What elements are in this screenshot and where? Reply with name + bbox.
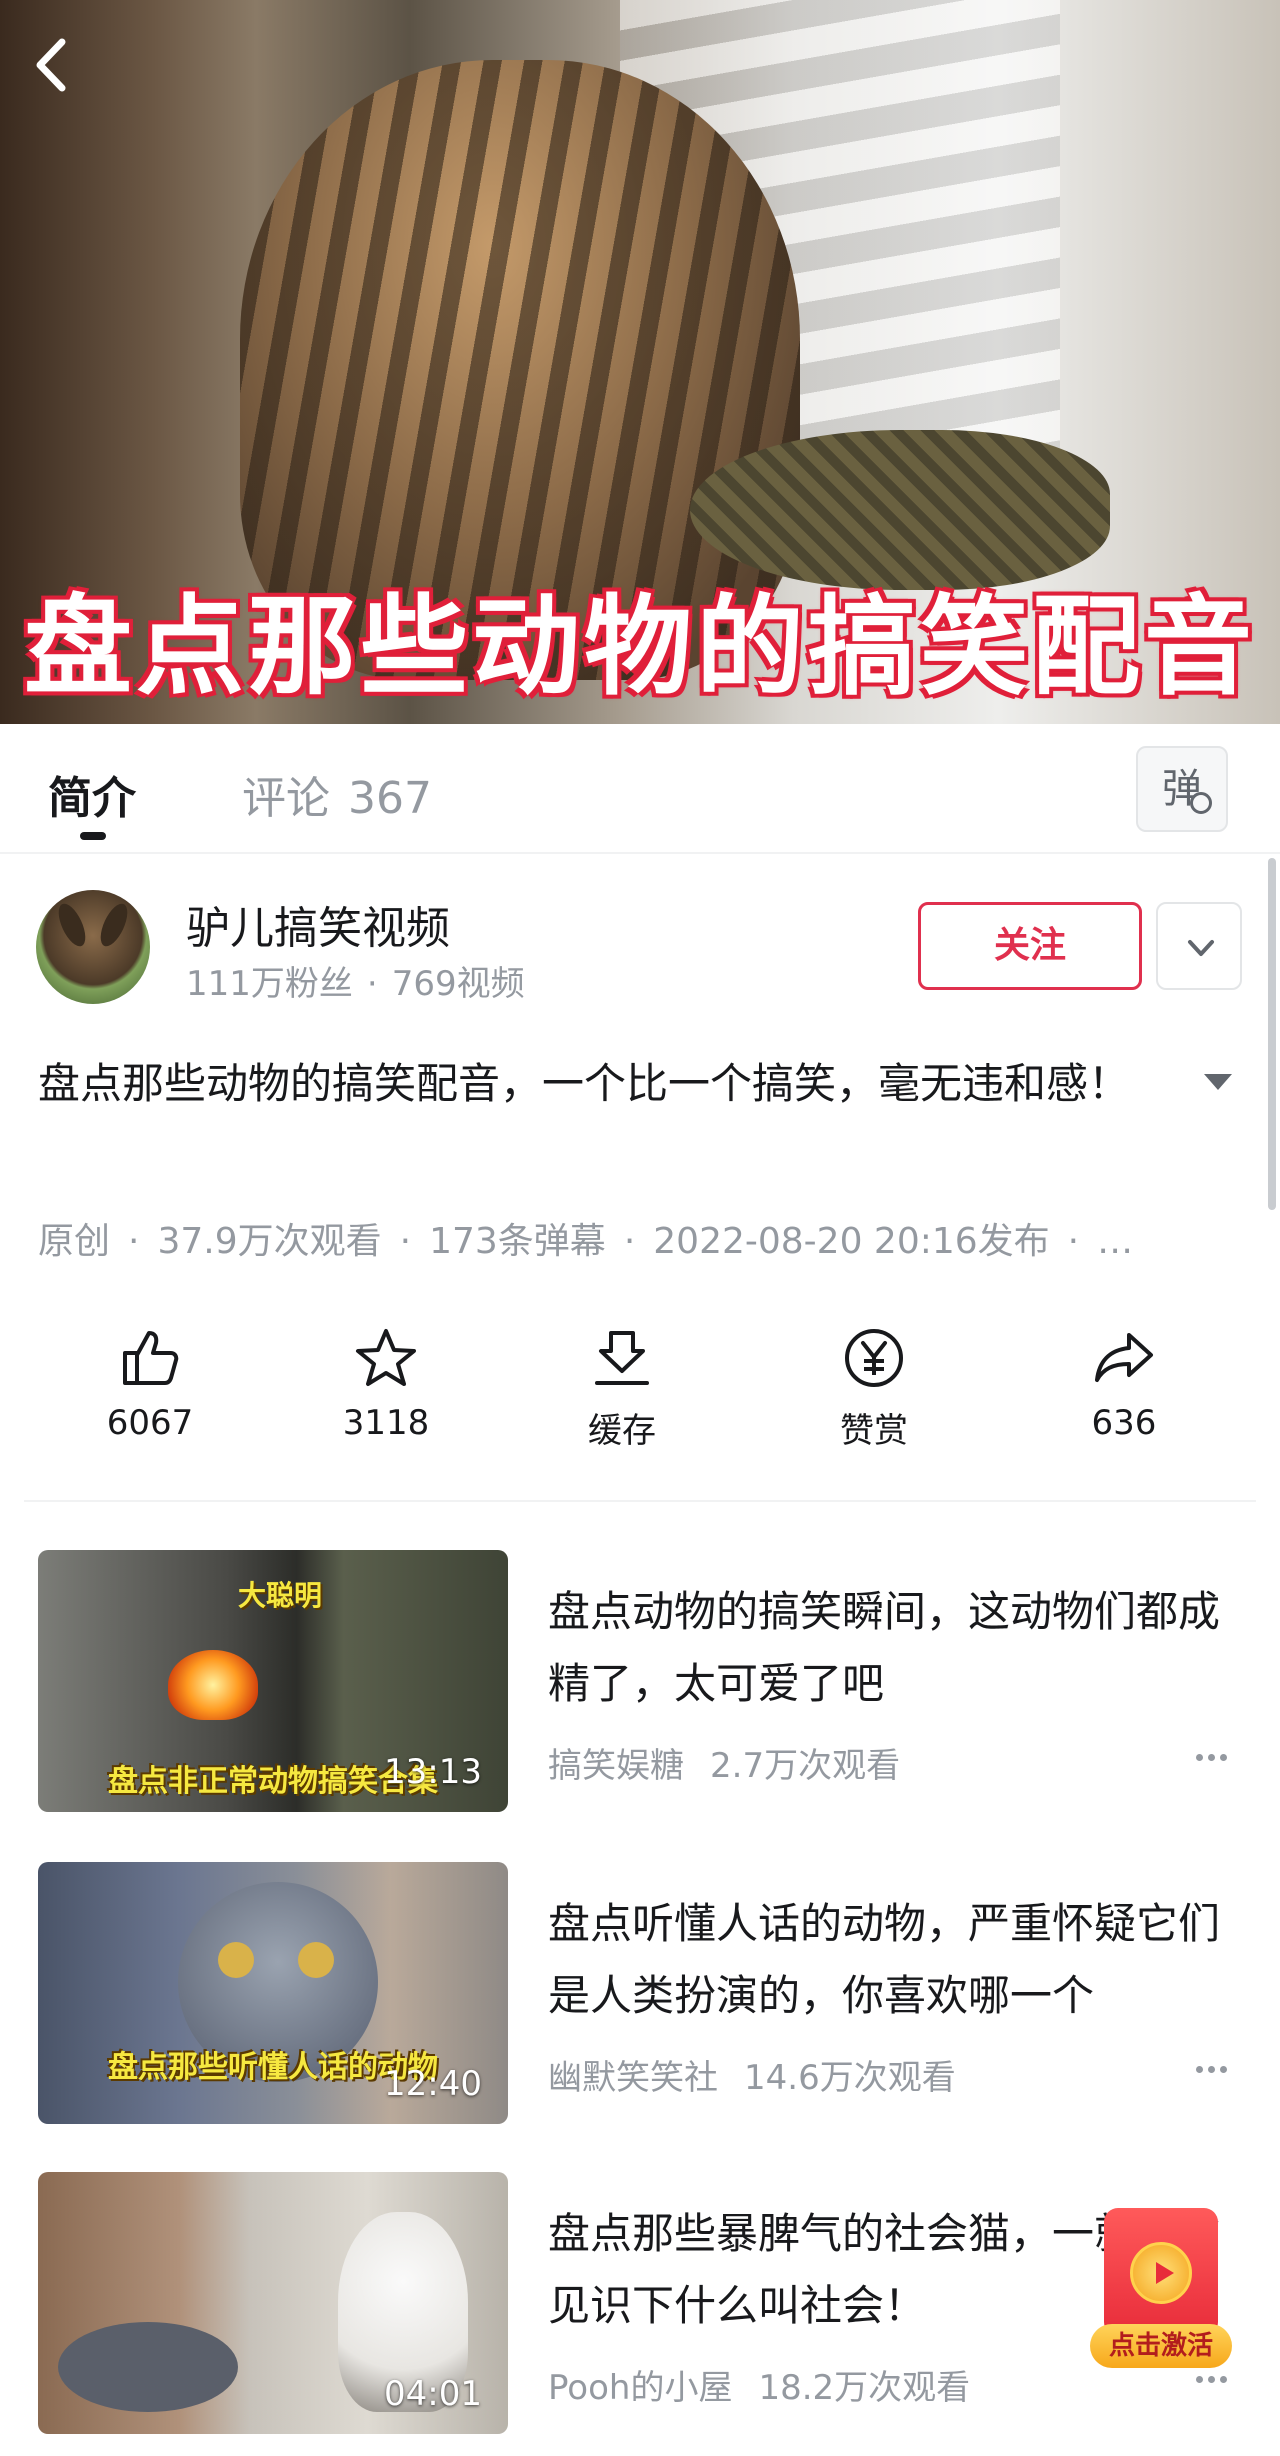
tab-intro-label: 简介 bbox=[48, 773, 136, 824]
favorite-count: 3118 bbox=[342, 1403, 430, 1443]
favorite-button[interactable]: 3118 bbox=[296, 1325, 476, 1443]
separator-dot: · bbox=[366, 964, 378, 1004]
scrollbar-thumb[interactable] bbox=[1268, 858, 1276, 1210]
dot bbox=[1196, 2376, 1203, 2383]
danmaku-toggle-button[interactable]: 弹 bbox=[1136, 746, 1228, 832]
uploader-more-button[interactable] bbox=[1156, 902, 1242, 990]
dot bbox=[1220, 1754, 1227, 1761]
meta-type: 原创 bbox=[38, 1221, 111, 1262]
video-duration: 13:13 bbox=[384, 1752, 482, 1792]
cache-button[interactable]: 缓存 bbox=[532, 1325, 712, 1452]
thumbnail-cat bbox=[58, 2322, 238, 2412]
more-options-button[interactable] bbox=[1196, 2368, 1236, 2388]
recommended-video-meta: 搞笑娱糖 2.7万次观看 bbox=[548, 1738, 900, 1787]
separator-dot: · bbox=[623, 1221, 636, 1262]
separator-dot: · bbox=[128, 1221, 140, 1262]
recommended-video-views: 2.7万次观看 bbox=[710, 1746, 901, 1786]
video-thumbnail: 大聪明 盘点非正常动物搞笑合集 13:13 bbox=[38, 1550, 508, 1812]
meta-published: 2022-08-20 20:16发布 bbox=[653, 1221, 1050, 1262]
share-arrow-icon bbox=[1095, 1333, 1153, 1382]
recommended-video-item[interactable]: 大聪明 盘点非正常动物搞笑合集 13:13 盘点动物的搞笑瞬间，这动物们都成精了… bbox=[0, 1550, 1280, 1814]
caret-down-icon bbox=[1204, 1074, 1232, 1090]
separator-dot: · bbox=[399, 1221, 412, 1262]
uploader-avatar[interactable] bbox=[36, 890, 150, 1004]
separator-dot: · bbox=[1067, 1221, 1080, 1262]
recommended-video-title: 盘点动物的搞笑瞬间，这动物们都成精了，太可爱了吧 bbox=[548, 1587, 1221, 1708]
activate-label: 点击激活 bbox=[1090, 2324, 1232, 2368]
cache-label: 缓存 bbox=[588, 1411, 656, 1451]
chevron-down-icon bbox=[1188, 940, 1214, 956]
video-meta: 原创 · 37.9万次观看 · 173条弹幕 · 2022-08-20 20:16发布 · … bbox=[38, 1212, 1133, 1264]
video-title: 盘点那些动物的搞笑配音，一个比一个搞笑，毫无违和感！ bbox=[38, 1059, 1131, 1108]
uploader-video-count: 769视频 bbox=[391, 964, 525, 1004]
meta-views: 37.9万次观看 bbox=[157, 1221, 382, 1262]
danmaku-off-icon bbox=[1190, 792, 1212, 814]
thumbnail-cat-eye bbox=[298, 1942, 334, 1978]
follow-button[interactable]: 关注 bbox=[918, 902, 1142, 990]
uploader-name[interactable]: 驴儿搞笑视频 bbox=[186, 892, 450, 956]
video-duration: 04:01 bbox=[384, 2374, 482, 2414]
recommended-video-item[interactable]: 盘点那些听懂人话的动物 12:40 盘点听懂人话的动物，严重怀疑它们是人类扮演的… bbox=[0, 1862, 1280, 2126]
dot bbox=[1196, 1754, 1203, 1761]
recommended-video-author: Pooh的小屋 bbox=[548, 2368, 733, 2408]
recommended-video-title: 盘点听懂人话的动物，严重怀疑它们是人类扮演的，你喜欢哪一个 bbox=[548, 1899, 1221, 2020]
yen-coin-icon bbox=[845, 1329, 903, 1387]
like-button[interactable]: 6067 bbox=[60, 1325, 240, 1443]
tab-bar: 简介 评论 367 bbox=[0, 724, 1280, 854]
share-count: 636 bbox=[1091, 1403, 1157, 1443]
tab-comments-count: 367 bbox=[348, 773, 432, 824]
video-player[interactable]: 盘点那些动物的搞笑配音 bbox=[0, 0, 1280, 724]
video-caption: 盘点那些动物的搞笑配音 bbox=[23, 585, 1256, 710]
more-options-button[interactable] bbox=[1196, 2058, 1236, 2078]
recommended-video-item[interactable]: 04:01 盘点那些暴脾气的社会猫，一就让你见识下什么叫社会！ Pooh的小屋 1… bbox=[0, 2172, 1280, 2436]
thumbs-up-icon bbox=[123, 1331, 179, 1385]
floating-activate-badge[interactable]: 点击激活 bbox=[1090, 2208, 1232, 2368]
thumbnail-tag: 大聪明 bbox=[238, 1579, 323, 1612]
video-thumbnail: 盘点那些听懂人话的动物 12:40 bbox=[38, 1862, 508, 2124]
dot bbox=[1196, 2066, 1203, 2073]
dot bbox=[1220, 2066, 1227, 2073]
like-count: 6067 bbox=[106, 1403, 194, 1443]
video-thumbnail: 04:01 bbox=[38, 2172, 508, 2434]
meta-more[interactable]: … bbox=[1097, 1221, 1133, 1262]
tip-label: 赞赏 bbox=[840, 1411, 908, 1451]
recommended-video-meta: Pooh的小屋 18.2万次观看 bbox=[548, 2360, 970, 2409]
star-icon bbox=[356, 1329, 416, 1386]
video-duration: 12:40 bbox=[384, 2064, 482, 2104]
thumbnail-cat-eye bbox=[218, 1942, 254, 1978]
uploader-fans: 111万粉丝 bbox=[186, 964, 353, 1004]
recommended-video-author: 幽默笑笑社 bbox=[548, 2058, 718, 2098]
dot bbox=[1208, 2066, 1215, 2073]
dot bbox=[1208, 1754, 1215, 1761]
thumbnail-fire bbox=[168, 1650, 258, 1720]
share-button[interactable]: 636 bbox=[1034, 1325, 1214, 1443]
expand-description-button[interactable] bbox=[1200, 1070, 1236, 1096]
avatar-ear-left bbox=[53, 899, 91, 951]
recommended-video-views: 18.2万次观看 bbox=[758, 2368, 971, 2408]
dot bbox=[1220, 2376, 1227, 2383]
play-coin-icon bbox=[1130, 2242, 1192, 2304]
recommended-video-meta: 幽默笑笑社 14.6万次观看 bbox=[548, 2050, 956, 2099]
chevron-left-icon bbox=[36, 38, 66, 92]
download-icon bbox=[595, 1331, 649, 1385]
tab-comments-label: 评论 bbox=[242, 773, 330, 824]
dot bbox=[1208, 2376, 1215, 2383]
avatar-ear-right bbox=[95, 899, 133, 951]
tab-comments[interactable]: 评论 367 bbox=[242, 762, 432, 826]
tab-active-indicator bbox=[80, 832, 106, 840]
tip-button[interactable]: 赞赏 bbox=[784, 1325, 964, 1452]
more-options-button[interactable] bbox=[1196, 1746, 1236, 1766]
uploader-stats: 111万粉丝 · 769视频 bbox=[186, 956, 525, 1005]
meta-danmaku: 173条弹幕 bbox=[429, 1221, 606, 1262]
section-divider bbox=[24, 1500, 1256, 1502]
recommended-video-author: 搞笑娱糖 bbox=[548, 1746, 684, 1786]
back-button[interactable] bbox=[24, 30, 84, 100]
tab-intro[interactable]: 简介 bbox=[48, 762, 136, 840]
recommended-video-views: 14.6万次观看 bbox=[744, 2058, 956, 2098]
